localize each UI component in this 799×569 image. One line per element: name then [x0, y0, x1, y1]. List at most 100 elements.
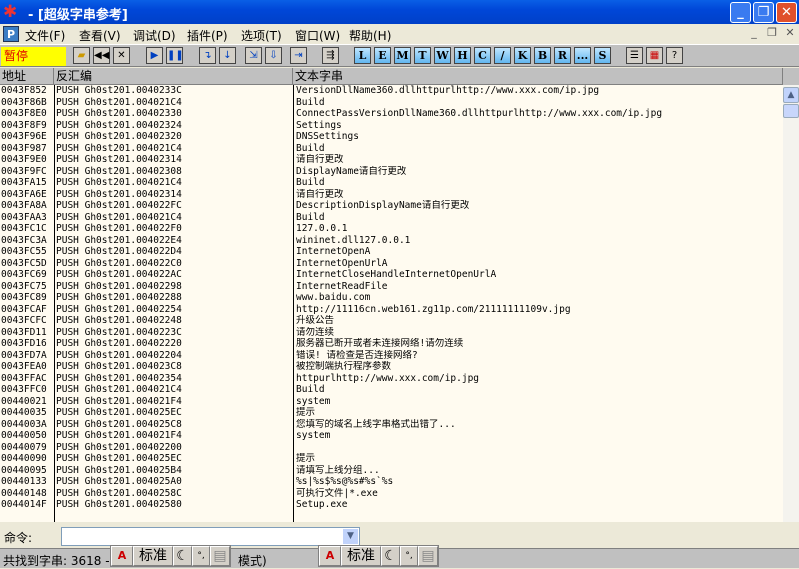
trace-over-icon[interactable]: ⇩	[265, 47, 282, 64]
table-row[interactable]: 0043FC1C PUSH Gh0st201.004022F0 127.0.0.1	[0, 223, 783, 235]
table-row[interactable]: 00440095 PUSH Gh0st201.004025B4 请填写上线分组...	[0, 465, 783, 477]
table-row[interactable]: 00440050 PUSH Gh0st201.004021F4 system	[0, 430, 783, 442]
moon-icon[interactable]: ☾	[381, 546, 400, 566]
address-cell: 0043F86B	[1, 96, 47, 108]
toolbar-K-button[interactable]: K	[514, 47, 531, 64]
minimize-button[interactable]: _	[730, 2, 751, 23]
restart-icon[interactable]: ◀◀	[93, 47, 110, 64]
table-row[interactable]: 0043F852 PUSH Gh0st201.0040233C VersionDll…	[0, 85, 783, 97]
toolbar-M-button[interactable]: M	[394, 47, 411, 64]
table-row[interactable]: 0043FC55 PUSH Gh0st201.004022D4 InternetOp…	[0, 246, 783, 258]
table-row[interactable]: 0043FC3A PUSH Gh0st201.004022E4 wininet.dl…	[0, 235, 783, 247]
table-row[interactable]: 00440148 PUSH Gh0st201.0040258C 可执行文件|*.ex…	[0, 488, 783, 500]
mdi-minimize-button[interactable]: _	[746, 26, 762, 42]
table-row[interactable]: 0043FAA3 PUSH Gh0st201.004021C4 Build	[0, 212, 783, 224]
table-row[interactable]: 0043FA15 PUSH Gh0st201.004021C4 Build	[0, 177, 783, 189]
menu-debug[interactable]: 调试(D)	[133, 27, 176, 44]
table-row[interactable]: 0043FCAF PUSH Gh0st201.00402254 http://111…	[0, 304, 783, 316]
scroll-up-icon[interactable]: ▲	[783, 87, 799, 103]
table-row[interactable]: 0043FD7A PUSH Gh0st201.00402204 错误! 请检查是否连…	[0, 350, 783, 362]
vertical-scrollbar[interactable]: ▲	[783, 85, 799, 522]
colors-icon[interactable]: ▦	[646, 47, 663, 64]
table-row[interactable]: 0044014F PUSH Gh0st201.00402580 Setup.exe	[0, 499, 783, 511]
toolbar-W-button[interactable]: W	[434, 47, 451, 64]
table-row[interactable]: 0043F8E0 PUSH Gh0st201.00402330 ConnectPas…	[0, 108, 783, 120]
toolbar-C-button[interactable]: C	[474, 47, 491, 64]
column-header-address[interactable]: 地址	[0, 68, 54, 85]
punctuation-icon[interactable]: °,	[400, 546, 418, 566]
toolbar-B-button[interactable]: B	[534, 47, 551, 64]
keyboard-icon[interactable]: ▤	[418, 546, 438, 566]
table-row[interactable]: 0043FC89 PUSH Gh0st201.00402288 www.baidu.…	[0, 292, 783, 304]
chevron-down-icon[interactable]: ▼	[343, 529, 358, 544]
table-row[interactable]: 0043FC75 PUSH Gh0st201.00402298 InternetRe…	[0, 281, 783, 293]
column-header-text-string[interactable]: 文本字串	[293, 68, 783, 85]
mdi-restore-button[interactable]: ❐	[764, 26, 780, 42]
table-row[interactable]: 00440035 PUSH Gh0st201.004025EC 提示	[0, 407, 783, 419]
menu-view[interactable]: 查看(V)	[79, 27, 121, 44]
close-button[interactable]: ✕	[776, 2, 797, 23]
toolbar-L-button[interactable]: L	[354, 47, 371, 64]
restore-button[interactable]: ❐	[753, 2, 774, 23]
toolbar-H-button[interactable]: H	[454, 47, 471, 64]
toolbar-T-button[interactable]: T	[414, 47, 431, 64]
table-row[interactable]: 0043F9E0 PUSH Gh0st201.00402314 请自行更改	[0, 154, 783, 166]
table-row[interactable]: 0043FFAC PUSH Gh0st201.00402354 httpurlhtt…	[0, 373, 783, 385]
goto-icon[interactable]: ⇶	[322, 47, 339, 64]
column-header-disassembly[interactable]: 反汇编	[54, 68, 293, 85]
keyboard-icon[interactable]: ▤	[210, 546, 230, 566]
table-row[interactable]: 00440133 PUSH Gh0st201.004025A0 %s|%s$%s@%…	[0, 476, 783, 488]
ime-logo-icon[interactable]: A	[111, 546, 133, 566]
pause-icon[interactable]: ❚❚	[166, 47, 184, 64]
disassembly-cell: PUSH Gh0st201.004022F0	[56, 223, 182, 234]
trace-into-icon[interactable]: ⇲	[245, 47, 262, 64]
toolbar-slash-button[interactable]: /	[494, 47, 511, 64]
ime-logo-icon[interactable]: A	[319, 546, 341, 566]
table-row[interactable]: 0044003A PUSH Gh0st201.004025C8 您填写的域名上线字串…	[0, 419, 783, 431]
toolbar-R-button[interactable]: R	[554, 47, 571, 64]
execute-till-return-icon[interactable]: ⇥	[290, 47, 307, 64]
table-row[interactable]: 0043F86B PUSH Gh0st201.004021C4 Build	[0, 97, 783, 109]
list-icon[interactable]: ☰	[626, 47, 643, 64]
table-row[interactable]: 00440090 PUSH Gh0st201.004025EC 提示	[0, 453, 783, 465]
close-program-icon[interactable]: ✕	[113, 47, 130, 64]
command-input[interactable]	[61, 527, 360, 546]
ime-mode[interactable]: 标准	[133, 546, 173, 566]
table-row[interactable]: 0043FEA0 PUSH Gh0st201.004023C8 被控制端执行程序参数	[0, 361, 783, 373]
help-icon[interactable]: ?	[666, 47, 683, 64]
table-row[interactable]: 00440021 PUSH Gh0st201.004021F4 system	[0, 396, 783, 408]
table-row[interactable]: 00440079 PUSH Gh0st201.00402200	[0, 442, 783, 454]
table-row[interactable]: 0043F8F9 PUSH Gh0st201.00402324 Settings	[0, 120, 783, 132]
table-row[interactable]: 0043FCFC PUSH Gh0st201.00402248 升级公告	[0, 315, 783, 327]
scroll-thumb[interactable]	[783, 104, 799, 118]
table-row[interactable]: 0043FC5D PUSH Gh0st201.004022C0 InternetOp…	[0, 258, 783, 270]
table-row[interactable]: 0043FA6E PUSH Gh0st201.00402314 请自行更改	[0, 189, 783, 201]
ime-mode[interactable]: 标准	[341, 546, 381, 566]
menu-file[interactable]: 文件(F)	[25, 27, 65, 44]
table-row[interactable]: 0043FD16 PUSH Gh0st201.00402220 服务器已断开或者未连…	[0, 338, 783, 350]
toolbar-E-button[interactable]: E	[374, 47, 391, 64]
mdi-close-button[interactable]: ✕	[782, 26, 798, 42]
step-over-icon[interactable]: ↓	[219, 47, 236, 64]
table-row[interactable]: 0043F96E PUSH Gh0st201.00402320 DNSSetting…	[0, 131, 783, 143]
toolbar-dots-button[interactable]: ...	[574, 47, 591, 64]
run-icon[interactable]: ▶	[146, 47, 163, 64]
table-row[interactable]: 0043F987 PUSH Gh0st201.004021C4 Build	[0, 143, 783, 155]
menu-help[interactable]: 帮助(H)	[349, 27, 391, 44]
punctuation-icon[interactable]: °,	[192, 546, 210, 566]
toolbar-S-button[interactable]: S	[594, 47, 611, 64]
open-icon[interactable]: ▰	[73, 47, 90, 64]
table-row[interactable]: 0043FA8A PUSH Gh0st201.004022FC Descriptio…	[0, 200, 783, 212]
text-string-cell: 提示	[296, 453, 316, 464]
menu-plugins[interactable]: 插件(P)	[187, 27, 228, 44]
app-menu-icon[interactable]: P	[3, 26, 19, 42]
text-string-cell: Setup.exe	[296, 499, 348, 510]
table-row[interactable]: 0043FD11 PUSH Gh0st201.0040223C 请勿连续	[0, 327, 783, 339]
step-into-icon[interactable]: ↴	[199, 47, 216, 64]
table-row[interactable]: 0043F9FC PUSH Gh0st201.00402308 DisplayNam…	[0, 166, 783, 178]
moon-icon[interactable]: ☾	[173, 546, 192, 566]
menu-options[interactable]: 选项(T)	[241, 27, 282, 44]
table-row[interactable]: 0043FC69 PUSH Gh0st201.004022AC InternetCl…	[0, 269, 783, 281]
menu-window[interactable]: 窗口(W)	[295, 27, 340, 44]
table-row[interactable]: 0043FFC0 PUSH Gh0st201.004021C4 Build	[0, 384, 783, 396]
